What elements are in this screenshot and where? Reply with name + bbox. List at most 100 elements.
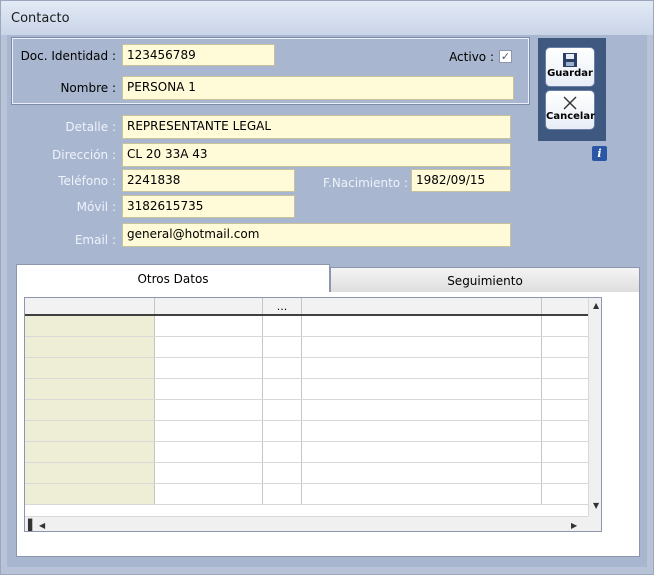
grid-cell[interactable] xyxy=(154,399,263,421)
grid-cell[interactable] xyxy=(154,378,263,400)
email-label: Email : xyxy=(74,233,116,247)
activo-label: Activo : xyxy=(449,50,494,64)
title-bar: Contacto xyxy=(1,1,653,35)
table-row[interactable] xyxy=(25,315,591,337)
grid-cell[interactable] xyxy=(301,462,542,484)
table-row[interactable] xyxy=(25,462,591,484)
grid-cell[interactable] xyxy=(25,462,155,484)
grid-body xyxy=(25,315,591,505)
window-title: Contacto xyxy=(11,11,70,26)
grid-cell[interactable] xyxy=(154,483,263,505)
horizontal-scrollbar[interactable]: ▌ ◀ ▶ xyxy=(25,516,588,532)
grid-cell[interactable] xyxy=(25,483,155,505)
direccion-field[interactable]: CL 20 33A 43 xyxy=(122,143,511,167)
grid-cell[interactable] xyxy=(154,462,263,484)
grid-cell[interactable] xyxy=(262,378,302,400)
grid-cell[interactable] xyxy=(154,315,263,337)
guardar-button[interactable]: Guardar xyxy=(545,47,595,87)
grid-header-row: ... xyxy=(25,298,591,316)
grid-cell[interactable] xyxy=(262,315,302,337)
movil-label: Móvil : xyxy=(76,200,116,214)
grid-cell[interactable] xyxy=(301,315,542,337)
grid-header-cell[interactable]: ... xyxy=(262,298,302,316)
activo-checkbox[interactable]: ✓ xyxy=(499,50,512,63)
row-pointer-icon: ▌ xyxy=(28,519,37,532)
close-x-icon xyxy=(563,96,577,110)
grid-cell[interactable] xyxy=(154,336,263,358)
doc-identidad-label: Doc. Identidad : xyxy=(20,49,116,63)
detalle-label: Detalle : xyxy=(65,120,116,134)
grid-cell[interactable] xyxy=(301,399,542,421)
table-row[interactable] xyxy=(25,378,591,400)
grid-header-cell[interactable] xyxy=(154,298,263,316)
grid-cell[interactable] xyxy=(541,441,591,463)
grid-cell[interactable] xyxy=(541,378,591,400)
direccion-label: Dirección : xyxy=(52,148,116,162)
grid-table: ... xyxy=(25,298,591,505)
grid-cell[interactable] xyxy=(262,483,302,505)
table-row[interactable] xyxy=(25,420,591,442)
table-row[interactable] xyxy=(25,483,591,505)
grid-cell[interactable] xyxy=(541,399,591,421)
grid-cell[interactable] xyxy=(25,357,155,379)
grid-cell[interactable] xyxy=(25,315,155,337)
scroll-right-arrow-icon[interactable]: ▶ xyxy=(571,521,577,530)
action-button-panel: Guardar Cancelar xyxy=(538,38,606,141)
scroll-left-arrow-icon[interactable]: ◀ xyxy=(39,521,45,530)
grid-cell[interactable] xyxy=(301,441,542,463)
movil-field[interactable]: 3182615735 xyxy=(122,195,295,218)
scroll-corner xyxy=(588,516,601,531)
otros-datos-grid[interactable]: ... ▲ ▼ ▌ ◀ ▶ xyxy=(24,297,602,532)
grid-cell[interactable] xyxy=(262,399,302,421)
grid-cell[interactable] xyxy=(25,441,155,463)
grid-cell[interactable] xyxy=(541,336,591,358)
vertical-scrollbar[interactable]: ▲ ▼ xyxy=(588,298,601,516)
grid-cell[interactable] xyxy=(154,357,263,379)
grid-header-cell[interactable] xyxy=(25,298,155,316)
grid-cell[interactable] xyxy=(25,420,155,442)
detalle-field[interactable]: REPRESENTANTE LEGAL xyxy=(122,115,511,139)
grid-cell[interactable] xyxy=(25,399,155,421)
nacimiento-label: F.Nacimiento : xyxy=(323,176,408,190)
grid-cell[interactable] xyxy=(541,420,591,442)
grid-cell[interactable] xyxy=(301,357,542,379)
floppy-disk-icon xyxy=(563,53,577,67)
grid-cell[interactable] xyxy=(301,483,542,505)
table-row[interactable] xyxy=(25,357,591,379)
nombre-field[interactable]: PERSONA 1 xyxy=(122,76,514,100)
guardar-label: Guardar xyxy=(547,68,593,79)
doc-identidad-field[interactable]: 123456789 xyxy=(122,44,275,66)
grid-cell[interactable] xyxy=(154,420,263,442)
cancelar-label: Cancelar xyxy=(546,111,596,122)
scroll-down-arrow-icon[interactable]: ▼ xyxy=(593,501,599,510)
grid-cell[interactable] xyxy=(154,441,263,463)
grid-cell[interactable] xyxy=(301,336,542,358)
tab-seguimiento[interactable]: Seguimiento xyxy=(330,267,640,293)
grid-cell[interactable] xyxy=(301,378,542,400)
grid-cell[interactable] xyxy=(301,420,542,442)
grid-cell[interactable] xyxy=(262,336,302,358)
table-row[interactable] xyxy=(25,336,591,358)
grid-cell[interactable] xyxy=(262,462,302,484)
grid-cell[interactable] xyxy=(25,378,155,400)
grid-cell[interactable] xyxy=(541,357,591,379)
grid-header-cell[interactable] xyxy=(301,298,542,316)
grid-header-cell[interactable] xyxy=(541,298,591,316)
cancelar-button[interactable]: Cancelar xyxy=(545,90,595,130)
telefono-field[interactable]: 2241838 xyxy=(122,169,295,192)
grid-cell[interactable] xyxy=(541,483,591,505)
grid-cell[interactable] xyxy=(262,441,302,463)
grid-cell[interactable] xyxy=(25,336,155,358)
tab-otros-datos[interactable]: Otros Datos xyxy=(16,264,330,293)
grid-cell[interactable] xyxy=(262,357,302,379)
telefono-label: Teléfono : xyxy=(58,174,116,188)
table-row[interactable] xyxy=(25,441,591,463)
table-row[interactable] xyxy=(25,399,591,421)
grid-cell[interactable] xyxy=(262,420,302,442)
info-icon[interactable]: i xyxy=(592,146,607,161)
email-field[interactable]: general@hotmail.com xyxy=(122,223,511,247)
grid-cell[interactable] xyxy=(541,462,591,484)
scroll-up-arrow-icon[interactable]: ▲ xyxy=(593,301,599,310)
grid-cell[interactable] xyxy=(541,315,591,337)
nacimiento-field[interactable]: 1982/09/15 xyxy=(411,169,511,192)
